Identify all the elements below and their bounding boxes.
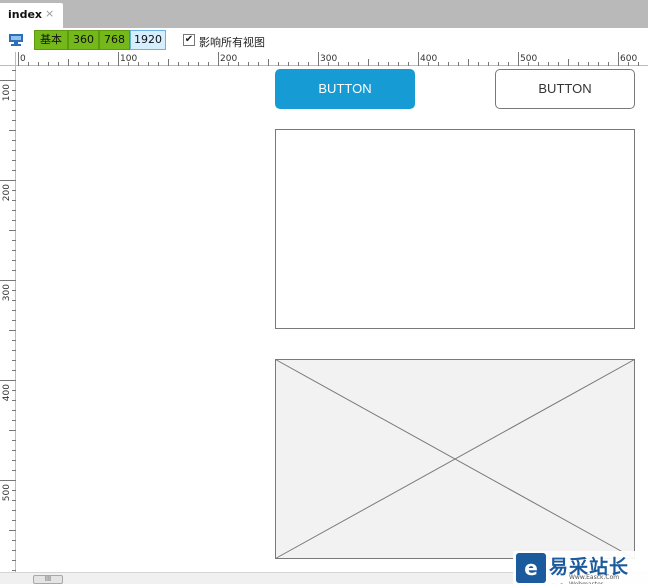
watermark: e 易采站长站 Www.Easck.Com Webmaster	[513, 551, 648, 584]
vertical-ruler-ticks: 100 200 300 400 500	[0, 70, 16, 571]
tab-label: index	[8, 8, 43, 21]
primary-button[interactable]: BUTTON	[275, 69, 415, 109]
image-placeholder[interactable]	[275, 359, 635, 559]
affect-all-views-checkbox[interactable]: ✔	[183, 34, 195, 46]
ruler-label: 500	[2, 484, 12, 501]
breakpoint-base[interactable]: 基本	[34, 30, 68, 50]
ruler-label: 400	[2, 384, 12, 401]
scrollbar-thumb[interactable]: III	[33, 575, 63, 584]
ruler-label: 400	[420, 54, 437, 64]
ruler-label: 100	[2, 84, 12, 101]
adaptive-toolbar: 基本 360 768 1920 ✔ 影响所有视图	[0, 28, 648, 52]
ruler-label: 500	[520, 54, 537, 64]
svg-text:e: e	[524, 556, 538, 580]
ruler-corner	[0, 52, 16, 66]
breakpoint-768[interactable]: 768	[99, 30, 130, 50]
ruler-label: 200	[220, 54, 237, 64]
watermark-subtext: Www.Easck.Com Webmaster	[569, 574, 620, 584]
breakpoint-360[interactable]: 360	[68, 30, 99, 50]
default-button[interactable]: BUTTON	[495, 69, 635, 109]
affect-all-views-label: 影响所有视图	[199, 36, 265, 49]
ruler-label: 200	[2, 184, 12, 201]
ruler-label: 300	[320, 54, 337, 64]
adaptive-view-icon[interactable]	[9, 34, 23, 46]
ruler-label: 0	[20, 54, 26, 64]
tab-strip: index ×	[0, 0, 648, 28]
rectangle-widget[interactable]	[275, 129, 635, 329]
horizontal-ruler[interactable]: 0 100 200 300 400 500 600	[16, 52, 648, 66]
ruler-label: 600	[620, 54, 637, 64]
tab-index[interactable]: index ×	[0, 3, 63, 28]
breakpoint-1920[interactable]: 1920	[130, 30, 166, 50]
watermark-logo-icon: e	[516, 553, 546, 583]
ruler-label: 100	[120, 54, 137, 64]
axure-editor: index × 基本 360 768 1920 ✔ 影响所有视图 0 100 200…	[0, 0, 648, 584]
vertical-ruler[interactable]: 100 200 300 400 500	[0, 66, 16, 572]
horizontal-ruler-ticks: 0 100 200 300 400 500 600	[18, 52, 639, 66]
ruler-label: 300	[2, 284, 12, 301]
close-icon[interactable]: ×	[45, 7, 54, 20]
